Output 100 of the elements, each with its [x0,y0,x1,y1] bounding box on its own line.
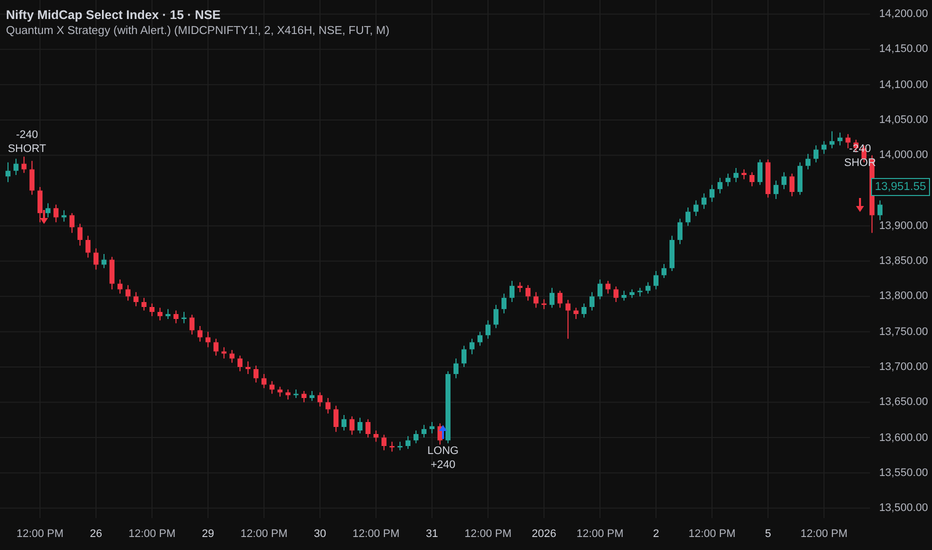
price-tick: 13,900.00 [879,220,928,232]
candlestick [222,346,226,360]
candlestick [566,299,570,340]
candlestick [510,280,514,303]
time-tick: 12:00 PM [240,528,288,540]
candlestick [302,390,306,403]
candlestick [358,417,362,434]
candlestick [422,424,426,438]
candlestick [166,308,170,320]
candlestick [374,430,378,442]
candlestick [614,286,618,303]
time-tick: 2026 [532,528,556,540]
candlestick [750,172,754,187]
time-tick: 12:00 PM [16,528,64,540]
time-tick: 12:00 PM [128,528,176,540]
candlestick [486,320,490,340]
time-tick: 2 [652,528,660,540]
candlestick [206,331,210,348]
candlestick [174,310,178,324]
candlestick [150,302,154,317]
candlestick [478,331,482,346]
candlestick [454,358,458,379]
candlestick [158,307,162,321]
candlestick [190,314,194,336]
last-price-label: 13,951.55 [870,178,930,196]
candlestick [254,365,258,383]
candlestick [134,292,138,307]
price-tick: 13,550.00 [879,466,928,479]
candlestick [94,248,98,270]
time-tick: 12:00 PM [464,528,512,540]
price-tick: 14,000.00 [879,149,928,162]
candlestick [22,156,26,174]
candlestick [702,192,706,210]
price-tick: 14,050.00 [879,114,928,126]
candlestick [118,278,122,294]
candlestick [382,434,386,451]
time-tick: 29 [202,528,214,540]
candlestick [590,292,594,312]
candlestick [774,180,778,200]
candlestick [62,210,66,222]
price-tick: 13,700.00 [879,360,928,373]
candlestick [86,235,90,258]
candlestick [814,144,818,163]
candlestick [606,280,610,294]
candlestick [734,167,738,183]
candlestick [318,392,322,407]
candlestick [718,177,722,194]
candlestick [878,200,882,221]
candlestick [598,278,602,300]
candlestick [686,206,690,226]
candlestick [694,200,698,216]
long-signal-label: LONG +240 [427,444,459,472]
candlestick [654,270,658,290]
candlestick [558,290,562,308]
candlestick [214,338,218,356]
time-tick: 26 [90,528,102,540]
candlestick [406,436,410,450]
strategy-label: Quantum X Strategy (with Alert.) (MIDCPNIFTY1!, 2, X416H, NSE, FUT, M) [6,25,390,37]
candlestick [790,173,794,197]
candlestick [542,298,546,310]
candlestick [806,153,810,170]
candlestick [742,168,746,180]
candlestick [334,405,338,432]
candlestick [270,380,274,394]
time-tick: 12:00 PM [800,528,848,540]
price-tick: 14,150.00 [879,43,928,56]
candlestick [462,345,466,368]
time-tick: 12:00 PM [688,528,736,540]
candlestick [662,263,666,279]
time-tick: 30 [314,528,326,540]
candlestick [550,287,554,308]
price-tick: 13,650.00 [879,396,928,408]
down-arrow-icon [856,198,864,212]
candlestick [646,282,650,294]
candlestick [230,350,234,364]
candlestick [46,202,50,218]
candlestick [326,398,330,414]
time-tick: 5 [764,528,772,540]
candlestick [262,374,266,389]
candlestick [502,293,506,314]
candlestick [838,132,842,146]
candlestick [622,290,626,302]
candlestick [582,302,586,318]
candlestick [278,386,282,398]
short-signal-label: -240 SHORT [8,128,46,156]
candlestick [534,292,538,308]
time-tick: 12:00 PM [352,528,400,540]
price-tick: 13,600.00 [879,432,928,444]
candlestick [142,297,146,312]
candlestick [110,256,114,290]
candlestick [14,158,18,176]
candlestick [678,218,682,245]
candlestick [526,284,530,302]
symbol-title: Nifty MidCap Select Index · 15 · NSE [6,8,222,22]
price-tick: 13,850.00 [879,255,928,268]
candlestick [70,212,74,234]
price-tick: 14,200.00 [879,8,928,20]
candlestick [54,204,58,223]
candlestick [102,254,106,269]
candlestick [342,414,346,431]
